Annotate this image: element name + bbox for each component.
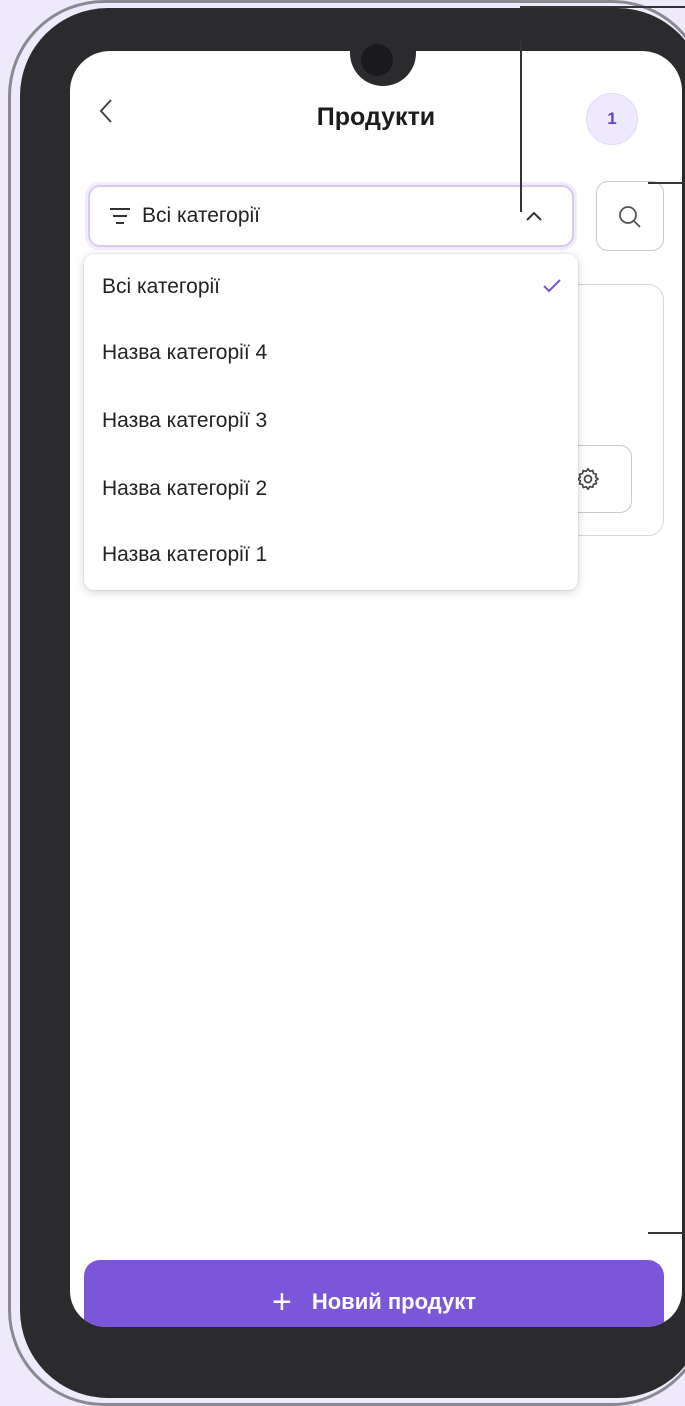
- filter-selected-label: Всі категорії: [142, 204, 260, 227]
- check-icon: [543, 279, 561, 293]
- callout-line: [520, 6, 685, 8]
- new-product-button[interactable]: + Новий продукт: [84, 1260, 664, 1327]
- category-dropdown-menu: Всі категорії Назва категорії 4 Назва ка…: [84, 254, 578, 590]
- search-icon: [619, 206, 641, 228]
- dropdown-item[interactable]: Всі категорії: [84, 254, 578, 320]
- filter-lines-icon: [110, 208, 130, 224]
- chevron-up-icon: [526, 211, 542, 221]
- count-badge[interactable]: 1: [586, 93, 638, 145]
- callout-line: [648, 182, 685, 184]
- dropdown-item[interactable]: Назва категорії 1: [84, 522, 578, 588]
- front-camera: [361, 44, 393, 76]
- callout-line: [520, 40, 522, 212]
- category-filter-select[interactable]: Всі категорії: [88, 185, 574, 247]
- app-screen: Продукти 1 Всі категорії Всі категорії Н…: [70, 51, 682, 1327]
- gear-icon: [576, 467, 599, 491]
- search-button[interactable]: [596, 181, 664, 251]
- dropdown-item-label: Назва категорії 1: [102, 543, 268, 566]
- dropdown-item[interactable]: Назва категорії 4: [84, 320, 578, 386]
- plus-icon: +: [272, 1283, 292, 1321]
- callout-line: [648, 1232, 685, 1234]
- dropdown-item-label: Назва категорії 2: [102, 477, 268, 500]
- dropdown-item[interactable]: Назва категорії 2: [84, 456, 578, 522]
- dropdown-item-label: Всі категорії: [102, 275, 220, 298]
- dropdown-item[interactable]: Назва категорії 3: [84, 388, 578, 454]
- dropdown-item-label: Назва категорії 4: [102, 341, 268, 364]
- new-product-label: Новий продукт: [311, 1289, 476, 1314]
- phone-frame: Продукти 1 Всі категорії Всі категорії Н…: [20, 8, 685, 1398]
- dropdown-item-label: Назва категорії 3: [102, 409, 268, 432]
